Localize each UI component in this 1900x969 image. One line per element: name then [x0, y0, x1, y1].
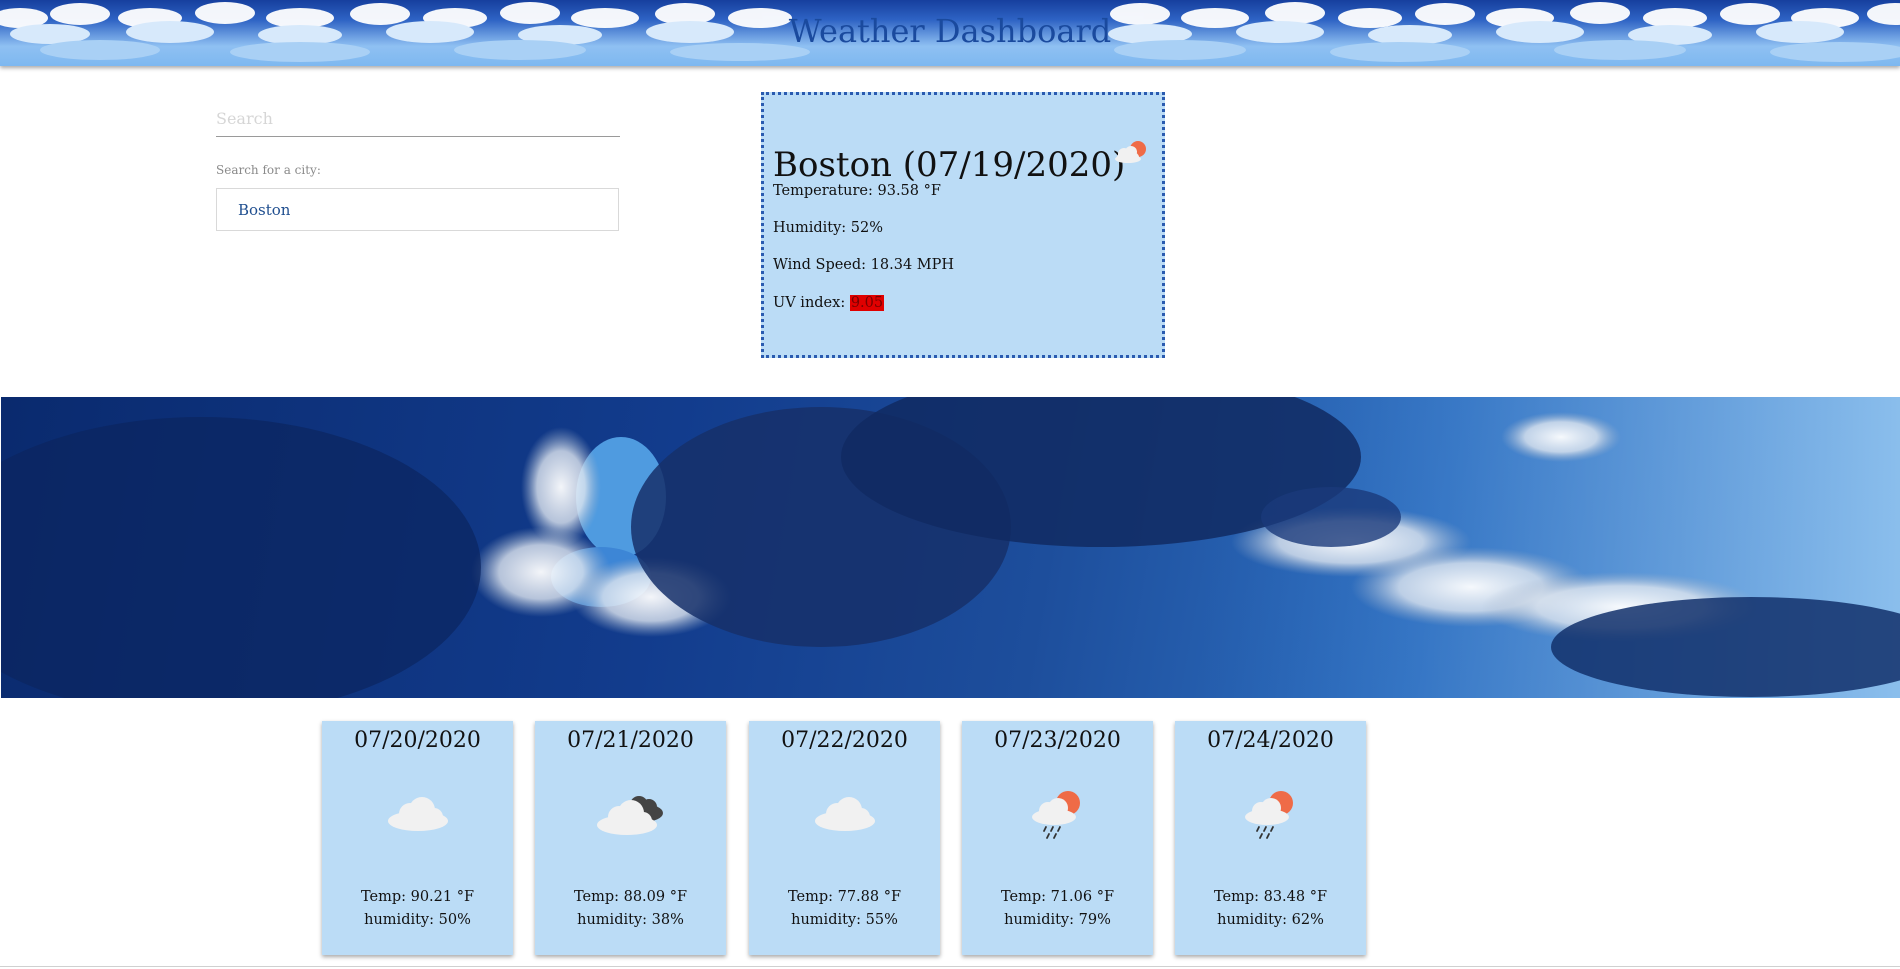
forecast-date: 07/23/2020	[994, 728, 1121, 753]
sky-banner-image	[1, 397, 1900, 698]
header-banner: Weather Dashboard	[0, 0, 1900, 66]
current-humidity: Humidity: 52%	[773, 220, 884, 236]
forecast-temp: Temp: 77.88 °F	[787, 889, 902, 905]
forecast-date: 07/22/2020	[781, 728, 908, 753]
forecast-temp: Temp: 90.21 °F	[360, 889, 475, 905]
forecast-date: 07/24/2020	[1207, 728, 1334, 753]
forecast-temp: Temp: 83.48 °F	[1213, 889, 1328, 905]
forecast-card: 07/24/2020 Temp: 83.48 °F humidity: 62%	[1175, 721, 1366, 955]
city-history-label: Boston	[238, 200, 291, 219]
uv-index-badge: 9.05	[849, 295, 885, 311]
current-weather-card: Boston (07/19/2020) Temperature: 93.58 °…	[761, 92, 1165, 358]
page-title: Weather Dashboard	[788, 12, 1112, 50]
partly-cloudy-icon	[1115, 141, 1146, 163]
uv-label: UV index:	[773, 295, 850, 311]
forecast-date: 07/20/2020	[354, 728, 481, 753]
forecast-temp: Temp: 88.09 °F	[573, 889, 688, 905]
broken-clouds-icon	[597, 796, 663, 835]
cloud-icon	[815, 797, 875, 831]
page-bottom-divider	[0, 966, 1900, 967]
forecast-date: 07/21/2020	[567, 728, 694, 753]
forecast-humidity: humidity: 79%	[1004, 912, 1111, 928]
forecast-humidity: humidity: 55%	[791, 912, 898, 928]
sun-rain-icon	[1032, 791, 1080, 839]
forecast-humidity: humidity: 38%	[577, 912, 684, 928]
current-uv-row: UV index: 9.05	[773, 295, 885, 311]
forecast-card: 07/21/2020 Temp: 88.09 °F humidity: 38%	[535, 721, 726, 955]
forecast-card: 07/20/2020 Temp: 90.21 °F humidity: 50%	[322, 721, 513, 955]
forecast-card: 07/22/2020 Temp: 77.88 °F humidity: 55%	[749, 721, 940, 955]
search-input[interactable]	[216, 100, 620, 137]
forecast-humidity: humidity: 50%	[364, 912, 471, 928]
forecast-temp: Temp: 71.06 °F	[1000, 889, 1115, 905]
current-temperature: Temperature: 93.58 °F	[773, 183, 941, 199]
search-label: Search for a city:	[216, 163, 321, 177]
forecast-humidity: humidity: 62%	[1217, 912, 1324, 928]
city-history-item-boston[interactable]: Boston	[216, 188, 619, 231]
sun-rain-icon	[1245, 791, 1293, 839]
cloud-icon	[388, 797, 448, 831]
sky-clouds-illustration	[1, 397, 1900, 698]
current-city-title: Boston (07/19/2020)	[773, 145, 1126, 185]
current-wind-speed: Wind Speed: 18.34 MPH	[773, 257, 955, 273]
forecast-card: 07/23/2020 Temp: 71.06 °F humidity: 79%	[962, 721, 1153, 955]
